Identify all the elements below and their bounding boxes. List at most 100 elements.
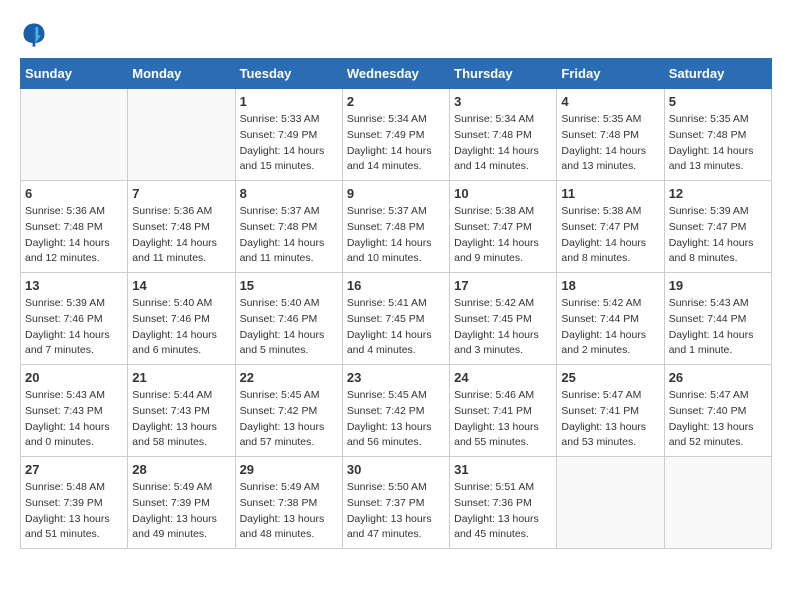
calendar-cell: 11 Sunrise: 5:38 AM Sunset: 7:47 PM Dayli…: [557, 181, 664, 273]
day-number: 28: [132, 462, 230, 477]
day-number: 1: [240, 94, 338, 109]
calendar-cell: 27Sunrise: 5:48 AM Sunset: 7:39 PM Dayli…: [21, 457, 128, 549]
day-number: 13: [25, 278, 123, 293]
calendar-cell: 5 Sunrise: 5:35 AM Sunset: 7:48 PM Daylig…: [664, 89, 771, 181]
calendar-cell: 24 Sunrise: 5:46 AM Sunset: 7:41 PM Dayli…: [450, 365, 557, 457]
calendar-cell: 21 Sunrise: 5:44 AM Sunset: 7:43 PM Dayli…: [128, 365, 235, 457]
cell-content: Sunrise: 5:37 AM Sunset: 7:48 PM Dayligh…: [240, 204, 338, 267]
cell-content: Sunrise: 5:45 AM Sunset: 7:42 PM Dayligh…: [347, 388, 445, 451]
calendar-cell: 30 Sunrise: 5:50 AM Sunset: 7:37 PM Dayli…: [342, 457, 449, 549]
cell-content: Sunrise: 5:35 AM Sunset: 7:48 PM Dayligh…: [669, 112, 767, 175]
calendar-cell: 29 Sunrise: 5:49 AM Sunset: 7:38 PM Dayli…: [235, 457, 342, 549]
cell-content: Sunrise: 5:36 AM Sunset: 7:48 PM Dayligh…: [25, 204, 123, 267]
cell-content: Sunrise: 5:44 AM Sunset: 7:43 PM Dayligh…: [132, 388, 230, 451]
calendar-cell: 19 Sunrise: 5:43 AM Sunset: 7:44 PM Dayli…: [664, 273, 771, 365]
day-number: 31: [454, 462, 552, 477]
calendar-cell: [557, 457, 664, 549]
cell-content: Sunrise: 5:49 AM Sunset: 7:38 PM Dayligh…: [240, 480, 338, 543]
day-number: 4: [561, 94, 659, 109]
calendar-cell: 9Sunrise: 5:37 AM Sunset: 7:48 PM Daylig…: [342, 181, 449, 273]
cell-content: Sunrise: 5:39 AM Sunset: 7:47 PM Dayligh…: [669, 204, 767, 267]
cell-content: Sunrise: 5:43 AM Sunset: 7:44 PM Dayligh…: [669, 296, 767, 359]
day-number: 16: [347, 278, 445, 293]
day-number: 24: [454, 370, 552, 385]
header-day-saturday: Saturday: [664, 59, 771, 89]
header-day-friday: Friday: [557, 59, 664, 89]
logo-icon: [20, 20, 48, 48]
header-day-monday: Monday: [128, 59, 235, 89]
day-number: 6: [25, 186, 123, 201]
calendar-cell: 1 Sunrise: 5:33 AM Sunset: 7:49 PM Daylig…: [235, 89, 342, 181]
cell-content: Sunrise: 5:50 AM Sunset: 7:37 PM Dayligh…: [347, 480, 445, 543]
calendar-cell: 23 Sunrise: 5:45 AM Sunset: 7:42 PM Dayli…: [342, 365, 449, 457]
cell-content: Sunrise: 5:40 AM Sunset: 7:46 PM Dayligh…: [240, 296, 338, 359]
calendar-week-4: 20 Sunrise: 5:43 AM Sunset: 7:43 PM Dayli…: [21, 365, 772, 457]
cell-content: Sunrise: 5:46 AM Sunset: 7:41 PM Dayligh…: [454, 388, 552, 451]
day-number: 2: [347, 94, 445, 109]
day-number: 11: [561, 186, 659, 201]
calendar-header: SundayMondayTuesdayWednesdayThursdayFrid…: [21, 59, 772, 89]
cell-content: Sunrise: 5:33 AM Sunset: 7:49 PM Dayligh…: [240, 112, 338, 175]
header-day-wednesday: Wednesday: [342, 59, 449, 89]
day-number: 8: [240, 186, 338, 201]
calendar-cell: [128, 89, 235, 181]
day-number: 17: [454, 278, 552, 293]
calendar-cell: 17 Sunrise: 5:42 AM Sunset: 7:45 PM Dayli…: [450, 273, 557, 365]
calendar-week-5: 27Sunrise: 5:48 AM Sunset: 7:39 PM Dayli…: [21, 457, 772, 549]
calendar-cell: 12 Sunrise: 5:39 AM Sunset: 7:47 PM Dayli…: [664, 181, 771, 273]
day-number: 12: [669, 186, 767, 201]
calendar-cell: 22 Sunrise: 5:45 AM Sunset: 7:42 PM Dayli…: [235, 365, 342, 457]
day-number: 21: [132, 370, 230, 385]
calendar-cell: 20 Sunrise: 5:43 AM Sunset: 7:43 PM Dayli…: [21, 365, 128, 457]
day-number: 5: [669, 94, 767, 109]
calendar-cell: 16Sunrise: 5:41 AM Sunset: 7:45 PM Dayli…: [342, 273, 449, 365]
day-number: 10: [454, 186, 552, 201]
calendar-cell: 2Sunrise: 5:34 AM Sunset: 7:49 PM Daylig…: [342, 89, 449, 181]
calendar-cell: 31Sunrise: 5:51 AM Sunset: 7:36 PM Dayli…: [450, 457, 557, 549]
day-number: 19: [669, 278, 767, 293]
header-day-sunday: Sunday: [21, 59, 128, 89]
calendar-cell: 4Sunrise: 5:35 AM Sunset: 7:48 PM Daylig…: [557, 89, 664, 181]
day-number: 15: [240, 278, 338, 293]
cell-content: Sunrise: 5:38 AM Sunset: 7:47 PM Dayligh…: [561, 204, 659, 267]
calendar-cell: 28 Sunrise: 5:49 AM Sunset: 7:39 PM Dayli…: [128, 457, 235, 549]
day-number: 18: [561, 278, 659, 293]
day-number: 29: [240, 462, 338, 477]
day-number: 20: [25, 370, 123, 385]
cell-content: Sunrise: 5:40 AM Sunset: 7:46 PM Dayligh…: [132, 296, 230, 359]
page-header: [20, 20, 772, 48]
cell-content: Sunrise: 5:42 AM Sunset: 7:45 PM Dayligh…: [454, 296, 552, 359]
day-number: 26: [669, 370, 767, 385]
cell-content: Sunrise: 5:43 AM Sunset: 7:43 PM Dayligh…: [25, 388, 123, 451]
calendar-week-3: 13Sunrise: 5:39 AM Sunset: 7:46 PM Dayli…: [21, 273, 772, 365]
calendar-cell: 7Sunrise: 5:36 AM Sunset: 7:48 PM Daylig…: [128, 181, 235, 273]
day-number: 14: [132, 278, 230, 293]
day-number: 27: [25, 462, 123, 477]
header-day-tuesday: Tuesday: [235, 59, 342, 89]
calendar-cell: [664, 457, 771, 549]
day-number: 25: [561, 370, 659, 385]
day-number: 3: [454, 94, 552, 109]
calendar-cell: 8 Sunrise: 5:37 AM Sunset: 7:48 PM Daylig…: [235, 181, 342, 273]
cell-content: Sunrise: 5:37 AM Sunset: 7:48 PM Dayligh…: [347, 204, 445, 267]
calendar-cell: 25 Sunrise: 5:47 AM Sunset: 7:41 PM Dayli…: [557, 365, 664, 457]
cell-content: Sunrise: 5:49 AM Sunset: 7:39 PM Dayligh…: [132, 480, 230, 543]
calendar-cell: 15 Sunrise: 5:40 AM Sunset: 7:46 PM Dayli…: [235, 273, 342, 365]
day-number: 23: [347, 370, 445, 385]
day-number: 22: [240, 370, 338, 385]
calendar-body: 1 Sunrise: 5:33 AM Sunset: 7:49 PM Daylig…: [21, 89, 772, 549]
header-day-thursday: Thursday: [450, 59, 557, 89]
calendar-cell: 13Sunrise: 5:39 AM Sunset: 7:46 PM Dayli…: [21, 273, 128, 365]
calendar-table: SundayMondayTuesdayWednesdayThursdayFrid…: [20, 58, 772, 549]
calendar-cell: 3 Sunrise: 5:34 AM Sunset: 7:48 PM Daylig…: [450, 89, 557, 181]
cell-content: Sunrise: 5:47 AM Sunset: 7:40 PM Dayligh…: [669, 388, 767, 451]
logo: [20, 20, 52, 48]
day-number: 30: [347, 462, 445, 477]
cell-content: Sunrise: 5:34 AM Sunset: 7:48 PM Dayligh…: [454, 112, 552, 175]
calendar-week-1: 1 Sunrise: 5:33 AM Sunset: 7:49 PM Daylig…: [21, 89, 772, 181]
cell-content: Sunrise: 5:47 AM Sunset: 7:41 PM Dayligh…: [561, 388, 659, 451]
cell-content: Sunrise: 5:45 AM Sunset: 7:42 PM Dayligh…: [240, 388, 338, 451]
calendar-cell: 18Sunrise: 5:42 AM Sunset: 7:44 PM Dayli…: [557, 273, 664, 365]
calendar-cell: 6 Sunrise: 5:36 AM Sunset: 7:48 PM Daylig…: [21, 181, 128, 273]
cell-content: Sunrise: 5:36 AM Sunset: 7:48 PM Dayligh…: [132, 204, 230, 267]
